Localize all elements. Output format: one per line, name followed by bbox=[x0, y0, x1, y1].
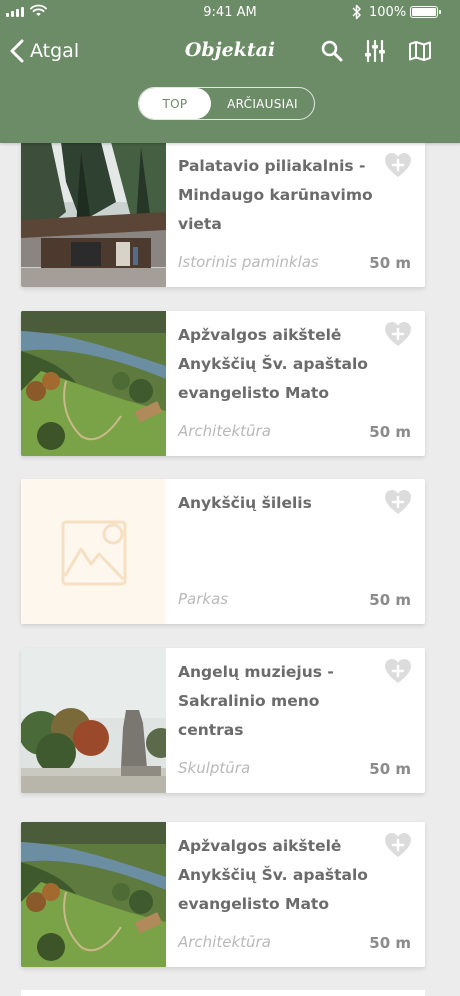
item-category: Parkas bbox=[178, 590, 229, 608]
navigation-bar: Atgal Objektai bbox=[0, 30, 460, 72]
chevron-left-icon bbox=[10, 39, 24, 63]
list-item[interactable]: Apžvalgos aikštelė Anykščių Šv. apaštalo… bbox=[21, 822, 425, 967]
back-label: Atgal bbox=[30, 40, 80, 62]
sort-segmented-control: TOP ARČIAUSIAI bbox=[138, 87, 315, 120]
item-name: Anykščių šilelis bbox=[178, 494, 312, 512]
item-category: Architektūra bbox=[178, 933, 271, 951]
item-name: Apžvalgos aikštelė Anykščių Šv. apaštalo… bbox=[178, 326, 368, 402]
item-photo-placeholder bbox=[21, 479, 166, 624]
item-photo bbox=[21, 142, 166, 287]
item-distance: 50 m bbox=[369, 254, 411, 272]
tab-top[interactable]: TOP bbox=[139, 88, 211, 119]
back-button[interactable]: Atgal bbox=[10, 36, 79, 66]
bluetooth-icon bbox=[352, 4, 361, 20]
item-distance: 50 m bbox=[369, 934, 411, 952]
app-header: 9:41 AM 100% Atgal Objektai TOP ARČIAUSI… bbox=[0, 0, 460, 143]
search-icon[interactable] bbox=[320, 39, 344, 63]
add-favorite-heart-icon[interactable] bbox=[384, 832, 412, 858]
battery-percentage: 100% bbox=[369, 5, 407, 20]
add-favorite-heart-icon[interactable] bbox=[384, 152, 412, 178]
item-photo bbox=[21, 648, 166, 793]
list-item[interactable]: Apžvalgos aikštelė Anykščių Šv. apaštalo… bbox=[21, 311, 425, 456]
item-photo bbox=[21, 822, 166, 967]
item-category: Architektūra bbox=[178, 422, 271, 440]
battery-icon bbox=[410, 6, 441, 18]
map-icon[interactable] bbox=[408, 39, 432, 63]
item-distance: 50 m bbox=[369, 423, 411, 441]
item-name: Palatavio piliakalnis - Mindaugo karūnav… bbox=[178, 157, 373, 233]
item-photo bbox=[21, 311, 166, 456]
item-category: Istorinis paminklas bbox=[178, 253, 319, 271]
item-category: Skulptūra bbox=[178, 759, 251, 777]
list-item[interactable]: Anykščių šilelis Parkas 50 m bbox=[21, 479, 425, 624]
placeholder-image-icon bbox=[61, 520, 127, 586]
tab-nearest[interactable]: ARČIAUSIAI bbox=[211, 88, 314, 119]
add-favorite-heart-icon[interactable] bbox=[384, 489, 412, 515]
filter-sliders-icon[interactable] bbox=[363, 39, 387, 63]
add-favorite-heart-icon[interactable] bbox=[384, 321, 412, 347]
list-item[interactable]: Angelų muziejus - Sakralinio meno centra… bbox=[21, 648, 425, 793]
list-item[interactable]: Palatavio piliakalnis - Mindaugo karūnav… bbox=[21, 142, 425, 287]
item-name: Angelų muziejus - Sakralinio meno centra… bbox=[178, 663, 334, 739]
item-distance: 50 m bbox=[369, 591, 411, 609]
status-bar: 9:41 AM 100% bbox=[0, 0, 460, 26]
add-favorite-heart-icon[interactable] bbox=[384, 658, 412, 684]
list-item-partial[interactable] bbox=[21, 990, 425, 996]
item-distance: 50 m bbox=[369, 760, 411, 778]
item-name: Apžvalgos aikštelė Anykščių Šv. apaštalo… bbox=[178, 837, 368, 913]
